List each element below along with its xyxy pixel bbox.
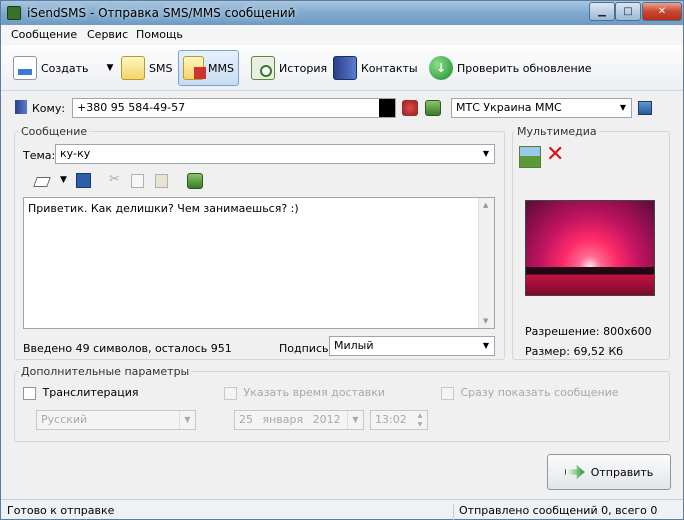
send-label: Отправить (590, 465, 654, 479)
char-counter: Введено 49 символов, осталось 951 (23, 342, 232, 355)
operator-settings-icon[interactable] (638, 101, 652, 115)
history-icon (251, 56, 275, 80)
delivery-time-checkbox-row[interactable]: Указать время доставки (224, 386, 385, 400)
subject-label: Тема: (23, 149, 56, 162)
contacts-label: Контакты (361, 61, 418, 75)
mms-image-preview (525, 200, 655, 296)
status-right: Отправлено сообщений 0, всего 0 (459, 504, 658, 517)
delete-image-icon[interactable]: ✕ (546, 142, 564, 167)
menu-service[interactable]: Сервис (87, 28, 128, 41)
show-now-label: Сразу показать сообщение (460, 386, 619, 399)
subject-value: ку-ку (60, 147, 91, 160)
check-update-button[interactable]: ↓ Проверить обновление (425, 50, 596, 86)
chevron-down-icon: ▼ (482, 149, 490, 158)
message-scrollbar[interactable]: ▲ ▼ (478, 198, 494, 328)
show-now-checkbox-row[interactable]: Сразу показать сообщение (441, 386, 619, 400)
create-label: Создать (41, 61, 89, 75)
app-window: iSendSMS - Отправка SMS/MMS сообщений ▁ … (0, 0, 684, 520)
operator-select[interactable]: МТС Украина ММС ▼ (451, 98, 632, 118)
status-left: Готово к отправке (7, 504, 115, 517)
delivery-time-label: Указать время доставки (243, 386, 386, 399)
mms-label: MMS (208, 61, 234, 75)
delivery-time-checkbox[interactable] (224, 386, 237, 400)
mms-envelope-icon (183, 56, 206, 80)
contacts-book-icon (333, 56, 357, 80)
language-value: Русский (41, 413, 88, 426)
save-icon[interactable] (76, 173, 91, 188)
status-divider (453, 504, 454, 520)
image-resolution: Разрешение: 800x600 (525, 325, 652, 338)
history-button[interactable]: История (247, 50, 331, 86)
paste-icon[interactable] (155, 174, 168, 188)
chevron-down-icon[interactable]: ▼ (107, 63, 114, 73)
signature-value: Милый (334, 339, 374, 352)
image-size: Размер: 69,52 Кб (525, 345, 624, 358)
message-body-text: Приветик. Как делишки? Чем занимаешься? … (28, 202, 299, 215)
recipient-contact-icon (15, 100, 27, 114)
message-group-label: Сообщение (19, 125, 90, 138)
recipient-color-swatch (379, 99, 395, 117)
language-select[interactable]: Русский ▼ (36, 410, 196, 430)
status-bar: Готово к отправке Отправлено сообщений 0… (1, 499, 683, 520)
send-arrow-icon (564, 465, 585, 479)
minimize-button[interactable]: ▁ (589, 2, 615, 21)
contact-picker-icon[interactable] (425, 100, 441, 116)
sms-envelope-icon (121, 56, 145, 80)
extra-params-group (14, 371, 670, 442)
chevron-down-icon: ▼ (482, 341, 490, 350)
show-now-checkbox[interactable] (441, 386, 454, 400)
chevron-down-icon: ▼ (347, 411, 363, 429)
delivery-date-picker[interactable]: 25 января 2012 ▼ (234, 410, 364, 430)
date-day: 25 (239, 413, 253, 426)
date-year: 2012 (312, 413, 341, 426)
date-month: января (262, 413, 304, 426)
translit-label: Транслитерация (42, 386, 139, 399)
signature-select[interactable]: Милый ▼ (329, 336, 495, 356)
signature-label: Подпись (279, 342, 329, 355)
maximize-button[interactable]: □ (615, 2, 641, 21)
translit-checkbox[interactable] (23, 386, 36, 400)
title-bar[interactable]: iSendSMS - Отправка SMS/MMS сообщений ▁ … (1, 1, 683, 25)
menu-bar: Сообщение Сервис Помощь (1, 25, 683, 45)
subject-input[interactable]: ку-ку ▼ (55, 144, 495, 164)
extra-params-label: Дополнительные параметры (19, 365, 192, 378)
menu-help[interactable]: Помощь (136, 28, 183, 41)
scroll-down-icon[interactable]: ▼ (483, 317, 488, 325)
send-button[interactable]: Отправить (547, 454, 671, 490)
time-spinner[interactable]: ▲ ▼ (413, 411, 427, 429)
mms-button[interactable]: MMS (178, 50, 239, 86)
history-label: История (279, 61, 328, 75)
address-book-icon[interactable] (402, 100, 418, 116)
app-icon (7, 6, 21, 20)
update-globe-icon: ↓ (429, 56, 453, 80)
contacts-button[interactable]: Контакты (329, 50, 422, 86)
new-document-icon (13, 56, 37, 80)
create-button[interactable]: Создать ▼ (9, 50, 117, 86)
cut-icon[interactable]: ✂ (109, 172, 120, 187)
insert-contact-icon[interactable] (187, 173, 203, 189)
check-update-label: Проверить обновление (457, 61, 592, 75)
sms-label: SMS (149, 61, 173, 75)
chevron-down-icon: ▼ (619, 103, 627, 112)
operator-value: МТС Украина ММС (456, 101, 562, 114)
add-image-icon[interactable] (519, 146, 541, 168)
recipient-label: Кому: (32, 102, 66, 115)
translit-checkbox-row[interactable]: Транслитерация (23, 386, 139, 400)
recipient-value: +380 95 584-49-57 (77, 101, 186, 114)
scroll-up-icon[interactable]: ▲ (483, 201, 488, 209)
chevron-down-icon: ▼ (179, 411, 195, 429)
chevron-down-icon[interactable]: ▼ (60, 175, 67, 185)
delivery-time-input[interactable]: 13:02 ▲ ▼ (370, 410, 428, 430)
time-value: 13:02 (375, 413, 407, 426)
message-body-textarea[interactable]: Приветик. Как делишки? Чем занимаешься? … (23, 197, 495, 329)
multimedia-group-label: Мультимедиа (515, 125, 599, 138)
copy-icon[interactable] (131, 174, 144, 188)
menu-message[interactable]: Сообщение (11, 28, 77, 41)
window-title: iSendSMS - Отправка SMS/MMS сообщений (27, 6, 296, 20)
recipient-input[interactable]: +380 95 584-49-57 (72, 98, 396, 118)
close-button[interactable]: ✕ (642, 2, 682, 21)
toolbar: Создать ▼ SMS MMS История Контакты ↓ Про… (1, 45, 683, 91)
sms-button[interactable]: SMS (117, 50, 176, 86)
